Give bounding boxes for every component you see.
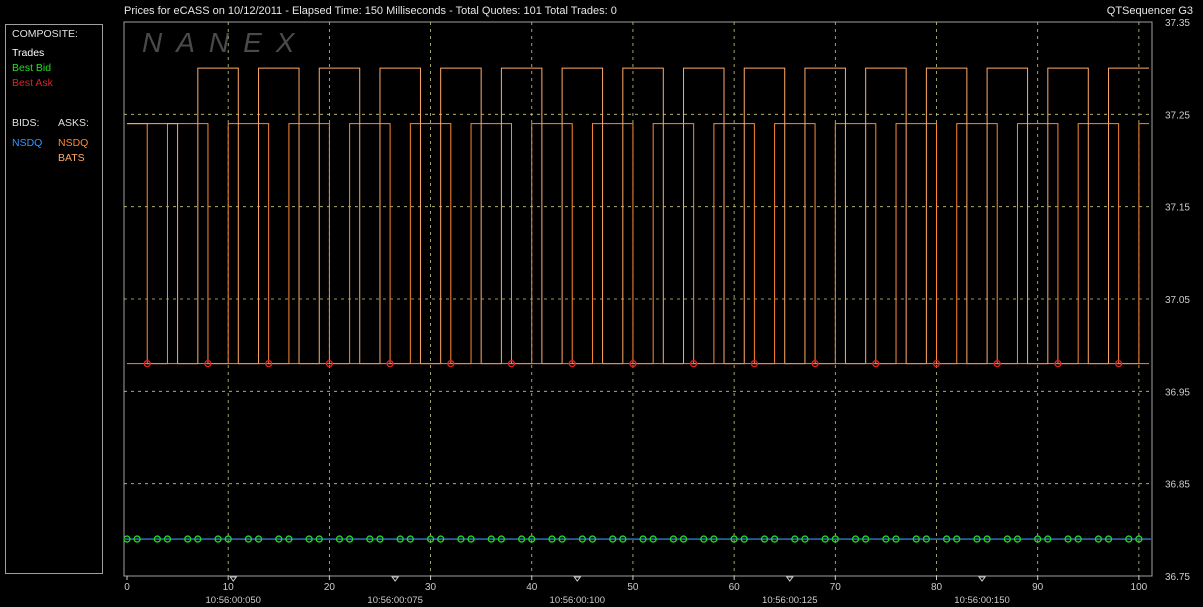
y-tick-label: 37.05 [1165,295,1190,306]
y-tick-label: 37.25 [1165,110,1190,121]
y-tick-label: 36.95 [1165,387,1190,398]
x-tick-label: 50 [627,582,639,593]
time-label: 10:56:00:150 [954,595,1009,606]
x-tick-label: 70 [830,582,842,593]
time-label: 10:56:00:050 [206,595,261,606]
series-line-ask-nsdq [127,123,1149,365]
time-marker [391,576,400,582]
x-tick-label: 40 [526,582,538,593]
time-label: 10:56:00:100 [550,595,605,606]
x-tick-label: 30 [425,582,437,593]
time-marker [785,576,794,582]
price-chart: NANEX 36.75 36.85 36.95 37.05 37.15 37.25 37.35… [123,18,1190,606]
time-marker [573,576,582,582]
x-tick-label: 90 [1032,582,1044,593]
y-tick-label: 36.85 [1165,480,1190,491]
y-tick-label: 36.75 [1165,572,1190,583]
x-tick-label: 80 [931,582,943,593]
series-line-ask-bats [127,67,1149,365]
y-tick-label: 37.15 [1165,203,1190,214]
watermark-text: NANEX [142,27,308,58]
y-tick-label: 37.35 [1165,18,1190,29]
x-tick-label: 10 [223,582,235,593]
time-label: 10:56:00:125 [762,595,817,606]
x-tick-label: 20 [324,582,336,593]
x-tick-label: 60 [729,582,741,593]
time-marker [978,576,987,582]
time-label: 10:56:00:075 [367,595,422,606]
time-marker [229,576,238,582]
x-tick-label: 0 [124,582,130,593]
x-tick-label: 100 [1131,582,1148,593]
